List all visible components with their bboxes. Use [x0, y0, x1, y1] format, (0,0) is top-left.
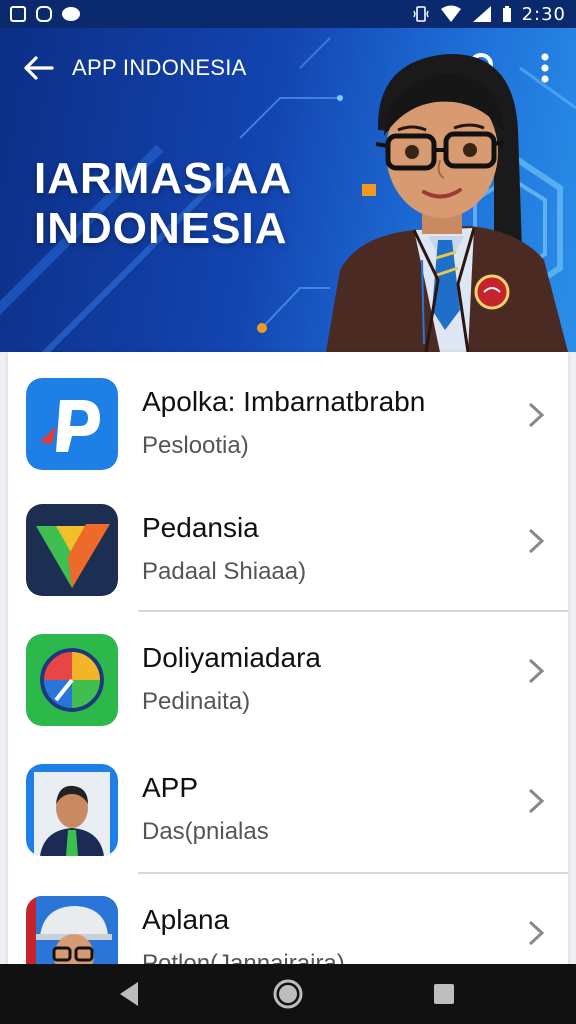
item-subtitle: Pedinaita)	[142, 688, 251, 715]
at-icon	[36, 6, 52, 22]
status-time: 2:30	[521, 3, 566, 25]
item-title: Doliyamiadara	[142, 642, 321, 673]
signal-icon	[472, 6, 491, 22]
worker-avatar-icon	[26, 896, 118, 964]
home-circle-icon[interactable]	[272, 978, 304, 1010]
status-right: 2:30	[412, 4, 566, 25]
vibrate-icon	[412, 6, 429, 22]
banner-heading-line1: IARMASIAA	[34, 154, 293, 203]
chevron-right-icon	[528, 528, 545, 554]
status-bar: 2:30	[0, 0, 576, 28]
banner-heading-line2: INDONESIA	[34, 204, 288, 253]
item-subtitle: Das(pnialas	[142, 818, 269, 845]
item-subtitle: Padaal Shiaaa)	[142, 558, 307, 585]
item-title: APP	[142, 772, 199, 803]
back-triangle-icon[interactable]	[114, 978, 146, 1010]
chevron-right-icon	[528, 658, 545, 684]
item-title: Aplana	[142, 904, 230, 935]
compass-icon	[26, 634, 118, 726]
battery-icon	[502, 6, 511, 22]
hero-banner: APP INDONESIA IARMASIAA INDONESIA	[0, 28, 576, 352]
item-title: Apolka: Imbarnatbrabn	[142, 386, 426, 417]
wifi-icon	[440, 5, 461, 22]
app-list: Apolka: Imbarnatbrabn Peslootia) Pedansi…	[8, 352, 568, 964]
item-subtitle: Potlon(Jannairaira)	[142, 950, 345, 964]
person-avatar-icon	[26, 764, 118, 856]
list-item[interactable]: Doliyamiadara Pedinaita)	[8, 608, 568, 736]
p-logo-icon	[26, 378, 118, 470]
status-left	[10, 6, 80, 22]
recents-square-icon[interactable]	[428, 978, 460, 1010]
chevron-right-icon	[528, 920, 545, 946]
list-item[interactable]: Aplana Potlon(Jannairaira)	[8, 870, 568, 964]
list-item[interactable]: Pedansia Padaal Shiaaa)	[8, 478, 568, 606]
item-title: Pedansia	[142, 512, 259, 543]
image-icon	[10, 6, 26, 22]
list-item[interactable]: APP Das(pnialas	[8, 738, 568, 866]
chevron-right-icon	[528, 402, 545, 428]
item-subtitle: Peslootia)	[142, 432, 249, 459]
mascot-character-illustration	[326, 53, 568, 352]
list-item[interactable]: Apolka: Imbarnatbrabn Peslootia)	[8, 352, 568, 480]
arrow-left-icon[interactable]	[18, 50, 58, 86]
system-nav-bar	[0, 964, 576, 1024]
dot-icon	[62, 7, 80, 21]
app-title: APP INDONESIA	[72, 55, 247, 80]
chevron-right-icon	[528, 788, 545, 814]
triangle-logo-icon	[26, 504, 118, 596]
